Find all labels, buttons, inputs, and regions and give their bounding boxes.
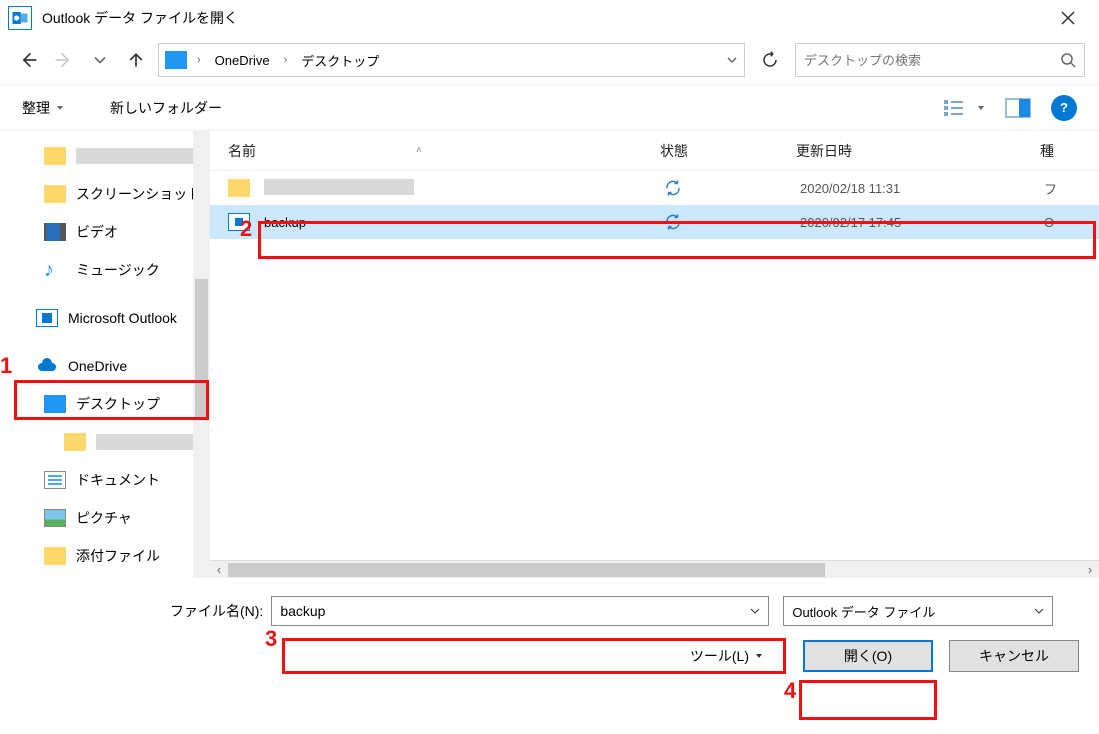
organize-menu[interactable]: 整理 xyxy=(22,98,64,118)
search-input[interactable] xyxy=(804,53,1060,68)
file-list: 2020/02/18 11:31フ backup 2020/02/17 17:45O xyxy=(210,171,1099,239)
outlook-app-icon xyxy=(8,6,32,30)
tree-item-label: ビデオ xyxy=(76,222,118,242)
picture-icon xyxy=(44,509,66,527)
refresh-button[interactable] xyxy=(753,43,787,77)
chevron-right-icon: › xyxy=(197,54,201,66)
scroll-right-icon[interactable]: › xyxy=(1081,562,1099,577)
music-icon: ♪ xyxy=(44,259,66,282)
search-box[interactable] xyxy=(795,43,1085,77)
address-dropdown[interactable] xyxy=(726,54,738,66)
chevron-right-icon: › xyxy=(284,54,288,66)
file-type: O xyxy=(1044,215,1054,230)
tree-item[interactable]: OneDrive xyxy=(0,347,193,385)
chevron-down-icon[interactable] xyxy=(750,606,760,616)
tree-item-label: ドキュメント xyxy=(76,470,160,490)
column-state[interactable]: 状態 xyxy=(660,141,796,161)
tree-item-label: デスクトップ xyxy=(76,394,160,414)
tree-item-label: OneDrive xyxy=(68,358,127,374)
folder-icon xyxy=(64,433,86,451)
tree-item-label: ミュージック xyxy=(76,260,160,280)
search-icon[interactable] xyxy=(1060,52,1076,68)
tree-item[interactable]: 添付ファイル xyxy=(0,537,193,575)
column-date[interactable]: 更新日時 xyxy=(796,141,1040,161)
outlook-file-icon xyxy=(228,213,250,231)
file-row[interactable]: 2020/02/18 11:31フ xyxy=(210,171,1099,205)
outlook-icon xyxy=(36,309,58,327)
video-icon xyxy=(44,223,66,241)
tree-item[interactable]: ドキュメント xyxy=(0,461,193,499)
desktop-icon xyxy=(44,395,66,413)
tools-menu[interactable]: ツール(L) xyxy=(690,646,763,666)
tree-item[interactable] xyxy=(0,137,193,175)
breadcrumb-onedrive[interactable]: OneDrive xyxy=(211,51,274,70)
tree-item[interactable] xyxy=(0,423,193,461)
open-button[interactable]: 開く(O) xyxy=(803,640,933,672)
filename-input[interactable] xyxy=(280,603,750,619)
preview-pane-button[interactable] xyxy=(1005,98,1031,118)
file-type: フ xyxy=(1044,179,1057,198)
tree-item[interactable]: ピクチャ xyxy=(0,499,193,537)
tree-item-label: ピクチャ xyxy=(76,508,132,528)
tree-item-label: スクリーンショット xyxy=(76,184,193,204)
new-folder-button[interactable]: 新しいフォルダー xyxy=(110,98,222,118)
sidebar-scrollbar[interactable] xyxy=(193,131,210,578)
redacted-text xyxy=(96,434,193,450)
redacted-text xyxy=(76,148,193,164)
folder-tree: スクリーンショットビデオ ♪ ミュージック Microsoft Outlook OneD… xyxy=(0,131,193,578)
file-row[interactable]: backup 2020/02/17 17:45O xyxy=(210,205,1099,239)
sort-indicator-icon: ˄ xyxy=(416,145,422,156)
folder-icon xyxy=(44,547,66,565)
filetype-select[interactable]: Outlook データ ファイル xyxy=(783,596,1053,626)
recent-dropdown[interactable] xyxy=(86,46,114,74)
cloud-icon xyxy=(36,357,58,375)
folder-icon xyxy=(228,179,250,197)
tree-item[interactable]: Microsoft Outlook xyxy=(0,299,193,337)
tree-item[interactable]: ♪ ミュージック xyxy=(0,251,193,289)
annotation-box-4 xyxy=(799,680,937,720)
file-date: 2020/02/18 11:31 xyxy=(800,181,1044,196)
sync-icon xyxy=(664,213,800,231)
folder-icon xyxy=(44,185,66,203)
file-name xyxy=(264,179,664,198)
sync-icon xyxy=(664,179,800,197)
organize-label: 整理 xyxy=(22,98,50,118)
document-icon xyxy=(44,471,66,489)
filename-combobox[interactable] xyxy=(271,596,769,626)
tree-item[interactable]: ビデオ xyxy=(0,213,193,251)
tree-item-label: Microsoft Outlook xyxy=(68,310,177,326)
scroll-left-icon[interactable]: ‹ xyxy=(210,562,228,577)
tree-item-label: 添付ファイル xyxy=(76,546,160,566)
tree-item[interactable]: スクリーンショット xyxy=(0,175,193,213)
column-type[interactable]: 種 xyxy=(1040,141,1099,161)
column-headers: 名前˄ 状態 更新日時 種 xyxy=(210,131,1099,171)
chevron-down-icon xyxy=(1034,606,1044,616)
help-button[interactable]: ? xyxy=(1051,95,1077,121)
filetype-label: Outlook データ ファイル xyxy=(792,602,935,621)
folder-icon xyxy=(44,147,66,165)
file-date: 2020/02/17 17:45 xyxy=(800,215,1044,230)
back-button[interactable] xyxy=(14,46,42,74)
cancel-button[interactable]: キャンセル xyxy=(949,640,1079,672)
desktop-icon xyxy=(165,51,187,69)
view-mode-button[interactable] xyxy=(943,98,985,118)
horizontal-scrollbar[interactable]: ‹ › xyxy=(210,560,1099,578)
tools-label: ツール(L) xyxy=(690,646,749,666)
up-button[interactable] xyxy=(122,46,150,74)
file-name: backup xyxy=(264,215,664,230)
close-button[interactable] xyxy=(1045,0,1091,36)
window-title: Outlook データ ファイルを開く xyxy=(42,8,1045,28)
forward-button[interactable] xyxy=(50,46,78,74)
filename-label: ファイル名(N): xyxy=(170,601,263,621)
column-name[interactable]: 名前˄ xyxy=(228,141,660,161)
tree-item[interactable]: デスクトップ xyxy=(0,385,193,423)
breadcrumb-desktop[interactable]: デスクトップ xyxy=(297,49,383,72)
address-bar[interactable]: › OneDrive › デスクトップ xyxy=(158,43,745,77)
